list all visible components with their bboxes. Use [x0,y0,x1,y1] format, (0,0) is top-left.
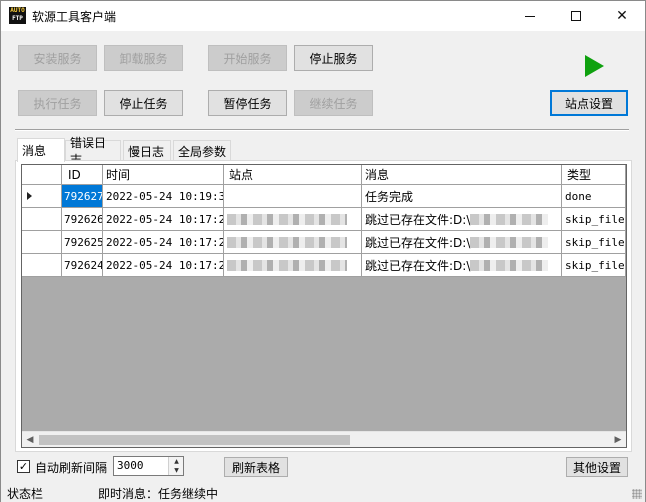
scroll-right-icon[interactable]: ▶ [610,432,626,447]
message-text: 跳过已存在文件:D:\ [365,235,471,250]
row-selector[interactable] [22,208,62,231]
redacted-text [470,236,549,248]
chevron-down-icon[interactable]: ▼ [169,466,184,475]
title-bar[interactable]: AUTO FTP 软源工具客户端 ✕ [1,1,645,31]
uninstall-service-button[interactable]: 卸载服务 [104,45,183,71]
redacted-text [227,259,347,271]
cell-time[interactable]: 2022-05-24 10:17:22 [103,208,224,231]
tab-messages[interactable]: 消息 [17,138,65,162]
cell-id[interactable]: 792625 [62,231,103,254]
status-bar: 状态栏 即时消息：任务继续中 [1,481,645,502]
cell-message[interactable]: 跳过已存在文件:D:\ [362,208,562,231]
cell-message[interactable]: 跳过已存在文件:D:\ [362,231,562,254]
row-selector[interactable] [22,185,62,208]
cell-id[interactable]: 792626 [62,208,103,231]
cell-site[interactable] [224,254,362,277]
cell-time[interactable]: 2022-05-24 10:19:31 [103,185,224,208]
table-row[interactable]: 792625 2022-05-24 10:17:22 跳过已存在文件:D:\ s… [22,231,626,254]
column-header-time[interactable]: 时间 [103,165,224,185]
redacted-text [470,259,549,271]
chevron-up-icon[interactable]: ▲ [169,457,184,466]
pause-task-button[interactable]: 暂停任务 [208,90,287,116]
table-row[interactable]: 792624 2022-05-24 10:17:22 跳过已存在文件:D:\ s… [22,254,626,277]
tab-global-params[interactable]: 全局参数 [173,140,231,161]
cell-type[interactable]: done [562,185,626,208]
auto-refresh-label[interactable]: 自动刷新间隔 [35,459,107,476]
row-header-corner [22,165,62,185]
cell-type[interactable]: skip_file [562,208,626,231]
redacted-text [227,236,347,248]
current-row-icon [27,192,32,200]
cell-message[interactable]: 跳过已存在文件:D:\ [362,254,562,277]
row-selector[interactable] [22,231,62,254]
scrollbar-thumb[interactable] [39,435,350,445]
scroll-left-icon[interactable]: ◀ [22,432,38,447]
play-icon[interactable] [585,55,604,77]
stop-task-button[interactable]: 停止任务 [104,90,183,116]
other-settings-button[interactable]: 其他设置 [566,457,628,477]
cell-type[interactable]: skip_file [562,254,626,277]
run-task-button[interactable]: 执行任务 [18,90,97,116]
refresh-table-button[interactable]: 刷新表格 [224,457,288,477]
cell-id[interactable]: 792624 [62,254,103,277]
message-grid[interactable]: ID 时间 站点 消息 类型 792627 2022-05-24 10:19:3… [21,164,627,448]
auto-refresh-checkbox[interactable]: ✓ [17,460,30,473]
refresh-interval-value[interactable]: 3000 [117,459,144,472]
row-selector[interactable] [22,254,62,277]
refresh-interval-stepper[interactable]: 3000 ▲ ▼ [113,456,184,476]
column-header-message[interactable]: 消息 [362,165,562,185]
stop-service-button[interactable]: 停止服务 [294,45,373,71]
close-icon: ✕ [616,8,628,24]
table-row[interactable]: 792626 2022-05-24 10:17:22 跳过已存在文件:D:\ s… [22,208,626,231]
tab-slow-log[interactable]: 慢日志 [123,140,171,161]
cell-site[interactable] [224,185,362,208]
table-row[interactable]: 792627 2022-05-24 10:19:31 任务完成 done [22,185,626,208]
separator [15,129,629,131]
main-window: AUTO FTP 软源工具客户端 ✕ 安装服务 卸载服务 开始服务 停止服务 执… [0,0,646,502]
resume-task-button[interactable]: 继续任务 [294,90,373,116]
messages-tab-panel: ID 时间 站点 消息 类型 792627 2022-05-24 10:19:3… [15,160,632,452]
start-service-button[interactable]: 开始服务 [208,45,287,71]
column-header-site[interactable]: 站点 [224,165,362,185]
cell-site[interactable] [224,208,362,231]
message-text: 跳过已存在文件:D:\ [365,212,471,227]
redacted-text [227,213,347,225]
cell-type[interactable]: skip_file [562,231,626,254]
maximize-button[interactable] [553,1,599,31]
cell-time[interactable]: 2022-05-24 10:17:22 [103,254,224,277]
cell-id[interactable]: 792627 [62,185,103,208]
minimize-icon [525,15,535,17]
site-settings-button[interactable]: 站点设置 [550,90,628,116]
minimize-button[interactable] [507,1,553,31]
cell-message[interactable]: 任务完成 [362,185,562,208]
maximize-icon [571,11,581,21]
install-service-button[interactable]: 安装服务 [18,45,97,71]
status-message: 即时消息：任务继续中 [98,487,219,501]
cell-site[interactable] [224,231,362,254]
column-header-type[interactable]: 类型 [562,165,626,185]
window-title: 软源工具客户端 [32,10,117,24]
message-text: 跳过已存在文件:D:\ [365,258,471,273]
tab-error-log[interactable]: 错误日志 [65,136,121,167]
close-button[interactable]: ✕ [599,1,645,31]
redacted-text [470,213,549,225]
horizontal-scrollbar[interactable]: ◀ ▶ [22,431,626,447]
cell-time[interactable]: 2022-05-24 10:17:22 [103,231,224,254]
column-header-id[interactable]: ID [62,165,103,185]
resize-grip-icon[interactable] [632,489,642,499]
app-logo-icon: AUTO FTP [9,7,26,24]
status-label: 状态栏 [7,487,44,501]
stepper-arrows[interactable]: ▲ ▼ [168,457,183,475]
